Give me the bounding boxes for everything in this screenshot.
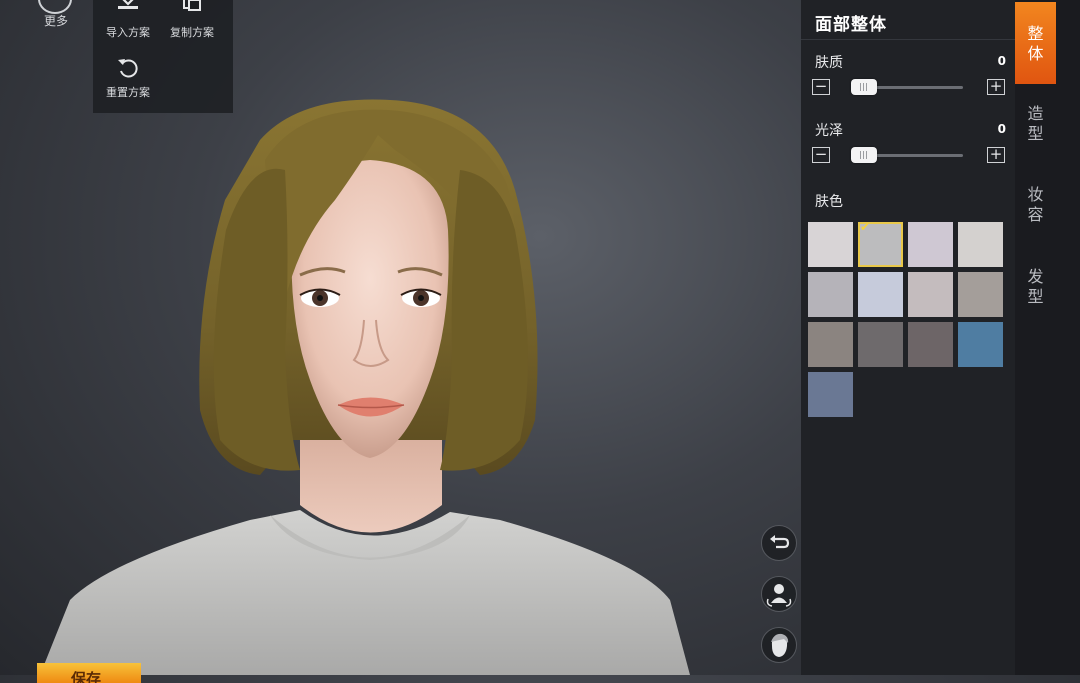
skin-texture-minus-button[interactable]: −: [812, 79, 830, 95]
more-button[interactable]: 更多: [36, 0, 76, 32]
tab-makeup[interactable]: 妆容: [1015, 185, 1056, 225]
skin-color-swatch[interactable]: [808, 222, 853, 267]
gloss-value: 0: [997, 122, 1006, 136]
reset-icon: [116, 56, 140, 80]
body-pose-button[interactable]: [761, 576, 797, 612]
skin-color-swatch[interactable]: [908, 272, 953, 317]
head-view-icon: [771, 633, 789, 657]
skin-texture-slider[interactable]: [851, 79, 963, 95]
tab-overall-label: 整体: [1027, 24, 1044, 63]
import-icon: [116, 0, 140, 20]
copy-scheme-label: 复制方案: [170, 26, 214, 39]
skin-color-swatch[interactable]: [958, 222, 1003, 267]
scheme-menu: 导入方案 复制方案 重置方案: [93, 0, 233, 113]
tab-hairstyle-label: 发型: [1027, 267, 1044, 306]
skin-color-swatch[interactable]: [808, 372, 853, 417]
import-scheme-button[interactable]: 导入方案: [95, 0, 161, 40]
undo-icon: [770, 535, 790, 549]
undo-button[interactable]: [761, 525, 797, 561]
panel-divider: [801, 39, 1015, 40]
skin-texture-label: 肤质: [815, 55, 843, 71]
panel-title: 面部整体: [815, 15, 887, 35]
skin-color-swatch[interactable]: [858, 272, 903, 317]
gloss-slider-thumb[interactable]: [851, 147, 877, 163]
tab-styling-label: 造型: [1027, 104, 1044, 143]
skin-color-swatch[interactable]: [908, 222, 953, 267]
gloss-plus-button[interactable]: +: [987, 147, 1005, 163]
tab-styling[interactable]: 造型: [1015, 104, 1056, 144]
category-tabs: 整体 造型 妆容 发型: [1015, 0, 1080, 675]
copy-icon: [180, 0, 204, 20]
skin-texture-plus-button[interactable]: +: [987, 79, 1005, 95]
face-settings-panel: 面部整体 肤质 0 − + 光泽 0 − + 肤色 ✔: [801, 0, 1015, 675]
save-button[interactable]: 保存: [37, 663, 141, 683]
save-label: 保存: [71, 670, 102, 683]
skin-color-swatch[interactable]: [958, 322, 1003, 367]
import-scheme-label: 导入方案: [106, 26, 150, 39]
tab-hairstyle[interactable]: 发型: [1015, 267, 1056, 307]
skin-color-swatch[interactable]: [958, 272, 1003, 317]
skin-texture-slider-thumb[interactable]: [851, 79, 877, 95]
skin-texture-value: 0: [997, 54, 1006, 68]
reset-scheme-label: 重置方案: [106, 86, 150, 99]
skin-color-swatch[interactable]: [908, 322, 953, 367]
skin-color-swatch[interactable]: ✔: [858, 220, 903, 267]
gloss-slider[interactable]: [851, 147, 963, 163]
tab-makeup-label: 妆容: [1027, 185, 1044, 224]
skin-color-swatch[interactable]: [808, 322, 853, 367]
tab-overall[interactable]: 整体: [1015, 2, 1056, 84]
head-view-button[interactable]: [761, 627, 797, 663]
skin-color-label: 肤色: [815, 194, 843, 210]
skin-color-swatch[interactable]: [808, 272, 853, 317]
skin-color-swatch[interactable]: [858, 322, 903, 367]
reset-scheme-button[interactable]: 重置方案: [95, 56, 161, 100]
more-label: 更多: [43, 14, 68, 28]
selected-check-icon: ✔: [860, 220, 871, 234]
body-pose-icon: [766, 584, 792, 607]
gloss-label: 光泽: [815, 123, 843, 139]
copy-scheme-button[interactable]: 复制方案: [159, 0, 225, 40]
gloss-minus-button[interactable]: −: [812, 147, 830, 163]
